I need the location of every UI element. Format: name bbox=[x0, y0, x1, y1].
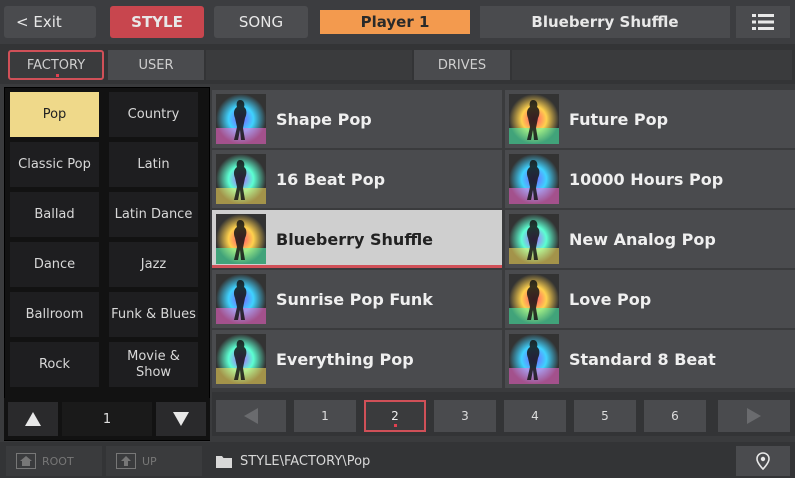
style-thumbnail-icon bbox=[216, 334, 266, 384]
page-button[interactable]: 1 bbox=[294, 400, 356, 432]
style-name-label: Shape Pop bbox=[276, 109, 372, 129]
category-page-number: 1 bbox=[62, 402, 152, 436]
style-thumbnail-icon bbox=[509, 154, 559, 204]
page-number-label: 6 bbox=[671, 409, 679, 423]
category-page-up-button[interactable] bbox=[8, 402, 58, 436]
page-number-label: 5 bbox=[601, 409, 609, 423]
style-name-label: New Analog Pop bbox=[569, 229, 716, 249]
up-label: UP bbox=[142, 454, 157, 468]
category-button[interactable]: Rock bbox=[10, 342, 99, 387]
folder-icon bbox=[216, 455, 232, 468]
page-button[interactable]: 2 bbox=[364, 400, 426, 432]
triangle-up-icon bbox=[25, 412, 41, 426]
category-button[interactable]: Jazz bbox=[109, 242, 198, 287]
style-list-item[interactable]: Everything Pop bbox=[212, 330, 502, 388]
style-name-label: 16 Beat Pop bbox=[276, 169, 386, 189]
root-folder-icon bbox=[16, 453, 36, 469]
triangle-down-icon bbox=[173, 412, 189, 426]
selection-underline bbox=[212, 265, 502, 268]
page-button[interactable]: 4 bbox=[504, 400, 566, 432]
next-page-button[interactable] bbox=[718, 400, 790, 432]
previous-page-button[interactable] bbox=[216, 400, 286, 432]
up-button[interactable]: UP bbox=[106, 446, 202, 476]
category-button[interactable]: Funk & Blues bbox=[109, 292, 198, 337]
triangle-left-icon bbox=[244, 408, 258, 424]
page-number-label: 2 bbox=[391, 409, 399, 423]
style-thumbnail-icon bbox=[216, 214, 266, 264]
style-list-item[interactable]: Standard 8 Beat bbox=[505, 330, 795, 388]
selection-dot bbox=[394, 424, 397, 427]
style-list-item[interactable]: New Analog Pop bbox=[505, 210, 795, 268]
style-list-item[interactable]: Blueberry Shuffle bbox=[212, 210, 502, 268]
style-thumbnail-icon bbox=[216, 154, 266, 204]
exit-button[interactable]: < Exit bbox=[4, 6, 96, 38]
tab-song[interactable]: SONG bbox=[214, 6, 308, 38]
page-number-label: 4 bbox=[531, 409, 539, 423]
category-button[interactable]: Country bbox=[109, 92, 198, 137]
page-button[interactable]: 5 bbox=[574, 400, 636, 432]
style-name-label: Future Pop bbox=[569, 109, 669, 129]
style-name-label: Sunrise Pop Funk bbox=[276, 289, 433, 309]
page-button[interactable]: 3 bbox=[434, 400, 496, 432]
player-selector[interactable]: Player 1 bbox=[320, 10, 470, 34]
style-name-label: 10000 Hours Pop bbox=[569, 169, 724, 189]
style-thumbnail-icon bbox=[509, 334, 559, 384]
style-thumbnail-icon bbox=[216, 274, 266, 324]
style-list-item[interactable]: Shape Pop bbox=[212, 90, 502, 148]
tab-user[interactable]: USER bbox=[108, 50, 204, 80]
triangle-right-icon bbox=[747, 408, 761, 424]
location-pin-icon bbox=[756, 452, 770, 470]
page-number-label: 3 bbox=[461, 409, 469, 423]
style-list-item[interactable]: 10000 Hours Pop bbox=[505, 150, 795, 208]
up-folder-icon bbox=[116, 453, 136, 469]
tab-drives[interactable]: DRIVES bbox=[414, 50, 510, 80]
category-button[interactable]: Ballad bbox=[10, 192, 99, 237]
category-button[interactable]: Latin Dance bbox=[109, 192, 198, 237]
path-text: STYLE\FACTORY\Pop bbox=[240, 453, 371, 469]
style-list-item[interactable]: Future Pop bbox=[505, 90, 795, 148]
root-button[interactable]: ROOT bbox=[6, 446, 102, 476]
category-button[interactable]: Pop bbox=[10, 92, 99, 137]
current-style-name: Blueberry Shuffle bbox=[480, 6, 730, 38]
category-page-down-button[interactable] bbox=[156, 402, 206, 436]
location-button[interactable] bbox=[736, 446, 790, 476]
style-name-label: Love Pop bbox=[569, 289, 652, 309]
style-name-label: Standard 8 Beat bbox=[569, 349, 716, 369]
style-name-label: Everything Pop bbox=[276, 349, 414, 369]
tab-spacer bbox=[206, 50, 412, 80]
category-button[interactable]: Movie & Show bbox=[109, 342, 198, 387]
style-thumbnail-icon bbox=[509, 94, 559, 144]
category-button[interactable]: Ballroom bbox=[10, 292, 99, 337]
tab-spacer bbox=[512, 50, 792, 80]
style-thumbnail-icon bbox=[216, 94, 266, 144]
style-list-item[interactable]: Love Pop bbox=[505, 270, 795, 328]
tab-factory[interactable]: FACTORY bbox=[8, 50, 104, 80]
category-button[interactable]: Classic Pop bbox=[10, 142, 99, 187]
style-list-item[interactable]: Sunrise Pop Funk bbox=[212, 270, 502, 328]
tab-factory-label: FACTORY bbox=[26, 57, 86, 73]
style-thumbnail-icon bbox=[509, 274, 559, 324]
menu-button[interactable] bbox=[736, 6, 790, 38]
page-number-label: 1 bbox=[321, 409, 329, 423]
style-thumbnail-icon bbox=[509, 214, 559, 264]
selection-dot bbox=[56, 74, 59, 77]
current-path: STYLE\FACTORY\Pop bbox=[216, 446, 370, 476]
category-button[interactable]: Dance bbox=[10, 242, 99, 287]
page-button[interactable]: 6 bbox=[644, 400, 706, 432]
root-label: ROOT bbox=[42, 454, 74, 468]
category-button[interactable]: Latin bbox=[109, 142, 198, 187]
list-menu-icon bbox=[752, 14, 774, 30]
style-name-label: Blueberry Shuffle bbox=[276, 229, 434, 249]
style-list-item[interactable]: 16 Beat Pop bbox=[212, 150, 502, 208]
tab-style[interactable]: STYLE bbox=[110, 6, 204, 38]
